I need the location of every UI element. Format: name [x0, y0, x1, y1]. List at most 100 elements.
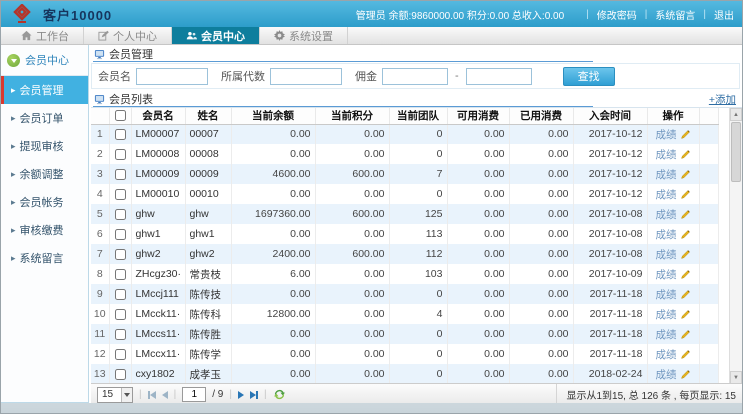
edit-pencil-icon[interactable] — [680, 369, 691, 380]
cell-name: ghw2 — [185, 244, 232, 264]
edit-pencil-icon[interactable] — [680, 309, 691, 320]
score-link[interactable]: 成绩 — [656, 209, 677, 221]
sidebar-item[interactable]: 审核缴费 — [1, 216, 88, 244]
column-header: 会员名 — [131, 108, 186, 125]
score-link[interactable]: 成绩 — [656, 369, 677, 381]
edit-pencil-icon[interactable] — [680, 169, 691, 180]
score-link[interactable]: 成绩 — [656, 289, 677, 301]
column-header: 已用消费 — [509, 108, 574, 125]
gear-icon — [274, 30, 285, 41]
select-all-checkbox[interactable] — [114, 110, 126, 122]
field-label-username: 会员名 — [98, 71, 131, 83]
search-button[interactable]: 查找 — [562, 66, 615, 86]
member-table-zone: 会员名 姓名 当前余额 当前积分 当前团队 可用消费 已用消费 入会时间 操作 1 LM0000… — [91, 107, 742, 384]
scroll-up-icon[interactable]: ▲ — [730, 108, 742, 121]
row-checkbox[interactable] — [114, 168, 126, 180]
column-header: 可用消费 — [447, 108, 510, 125]
member-name-input[interactable] — [136, 67, 208, 85]
scrollbar-thumb[interactable] — [731, 122, 741, 182]
tab-workbench[interactable]: 工作台 — [7, 27, 84, 44]
cell-member-id: ghw1 — [131, 224, 186, 244]
sidebar-item[interactable]: 会员帐务 — [1, 188, 88, 216]
row-checkbox[interactable] — [114, 188, 126, 200]
sidebar-item[interactable]: 会员订单 — [1, 104, 88, 132]
last-page-button[interactable] — [249, 389, 258, 401]
edit-pencil-icon[interactable] — [680, 249, 691, 260]
change-password-link[interactable]: 修改密码 — [597, 7, 637, 22]
cell-used: 0.00 — [509, 204, 574, 224]
generation-input[interactable] — [270, 67, 342, 85]
edit-pencil-icon[interactable] — [680, 329, 691, 340]
sidebar-item[interactable]: 会员管理 — [1, 76, 88, 104]
row-checkbox[interactable] — [114, 248, 126, 260]
table-row: 3 LM00009 00009 4600.00 600.00 7 0.00 0.… — [91, 164, 719, 184]
cell-available: 0.00 — [447, 264, 510, 284]
edit-icon — [98, 30, 109, 41]
cell-balance: 0.00 — [231, 144, 316, 164]
edit-pencil-icon[interactable] — [680, 129, 691, 140]
cell-member-id: LMccs11· — [131, 324, 186, 344]
row-checkbox[interactable] — [114, 148, 126, 160]
edit-pencil-icon[interactable] — [680, 269, 691, 280]
score-link[interactable]: 成绩 — [656, 249, 677, 261]
sidebar-item[interactable]: 系统留言 — [1, 244, 88, 272]
row-checkbox[interactable] — [114, 208, 126, 220]
edit-pencil-icon[interactable] — [680, 349, 691, 360]
tab-member-center[interactable]: 会员中心 — [172, 27, 260, 44]
score-link[interactable]: 成绩 — [656, 129, 677, 141]
sidebar-header[interactable]: 会员中心 — [1, 45, 88, 76]
first-page-button[interactable] — [147, 389, 156, 401]
cell-team: 112 — [389, 244, 448, 264]
vertical-scrollbar[interactable]: ▲ ▼ — [729, 108, 742, 384]
score-link[interactable]: 成绩 — [656, 149, 677, 161]
score-link[interactable]: 成绩 — [656, 189, 677, 201]
system-message-link[interactable]: 系统留言 — [655, 7, 695, 22]
row-checkbox[interactable] — [114, 348, 126, 360]
edit-pencil-icon[interactable] — [680, 209, 691, 220]
column-header: 当前余额 — [231, 108, 316, 125]
commission-min-input[interactable] — [382, 67, 448, 85]
edit-pencil-icon[interactable] — [680, 289, 691, 300]
refresh-icon[interactable] — [273, 388, 286, 401]
cell-points: 0.00 — [315, 124, 390, 144]
main-content: 会员管理 会员名 所属代数 佣金 - 查找 会员列表 +添加 会员名 姓名 当前… — [89, 45, 742, 403]
table-row: 6 ghw1 ghw1 0.00 0.00 113 0.00 0.00 2017… — [91, 224, 719, 244]
cell-used: 0.00 — [509, 124, 574, 144]
row-checkbox[interactable] — [114, 308, 126, 320]
tab-system-settings[interactable]: 系统设置 — [260, 27, 348, 44]
edit-pencil-icon[interactable] — [680, 149, 691, 160]
page-number-input[interactable] — [182, 387, 207, 402]
prev-page-button[interactable] — [161, 389, 168, 401]
sidebar-item[interactable]: 余额调整 — [1, 160, 88, 188]
row-number: 7 — [91, 244, 110, 264]
score-link[interactable]: 成绩 — [656, 309, 677, 321]
row-checkbox[interactable] — [114, 268, 126, 280]
page-size-select[interactable]: 15 — [97, 386, 133, 403]
score-link[interactable]: 成绩 — [656, 169, 677, 181]
row-number: 4 — [91, 184, 110, 204]
commission-max-input[interactable] — [465, 67, 532, 85]
tab-personal-center[interactable]: 个人中心 — [84, 27, 172, 44]
sidebar-item[interactable]: 提现审核 — [1, 132, 88, 160]
cell-name: 成孝玉 — [185, 364, 232, 384]
score-link[interactable]: 成绩 — [656, 349, 677, 361]
row-checkbox[interactable] — [114, 328, 126, 340]
cell-team: 4 — [389, 304, 448, 324]
next-page-button[interactable] — [237, 389, 244, 401]
row-checkbox[interactable] — [114, 228, 126, 240]
cell-points: 0.00 — [315, 324, 390, 344]
cell-points: 0.00 — [315, 224, 390, 244]
member-table: 会员名 姓名 当前余额 当前积分 当前团队 可用消费 已用消费 入会时间 操作 1 LM0000… — [91, 108, 719, 384]
add-member-link[interactable]: +添加 — [709, 92, 736, 107]
logout-link[interactable]: 退出 — [714, 7, 734, 22]
row-checkbox[interactable] — [114, 128, 126, 140]
row-checkbox[interactable] — [114, 288, 126, 300]
table-row: 5 ghw ghw 1697360.00 600.00 125 0.00 0.0… — [91, 204, 719, 224]
row-number: 6 — [91, 224, 110, 244]
edit-pencil-icon[interactable] — [680, 189, 691, 200]
row-checkbox[interactable] — [114, 368, 126, 380]
score-link[interactable]: 成绩 — [656, 229, 677, 241]
edit-pencil-icon[interactable] — [680, 229, 691, 240]
score-link[interactable]: 成绩 — [656, 329, 677, 341]
score-link[interactable]: 成绩 — [656, 269, 677, 281]
